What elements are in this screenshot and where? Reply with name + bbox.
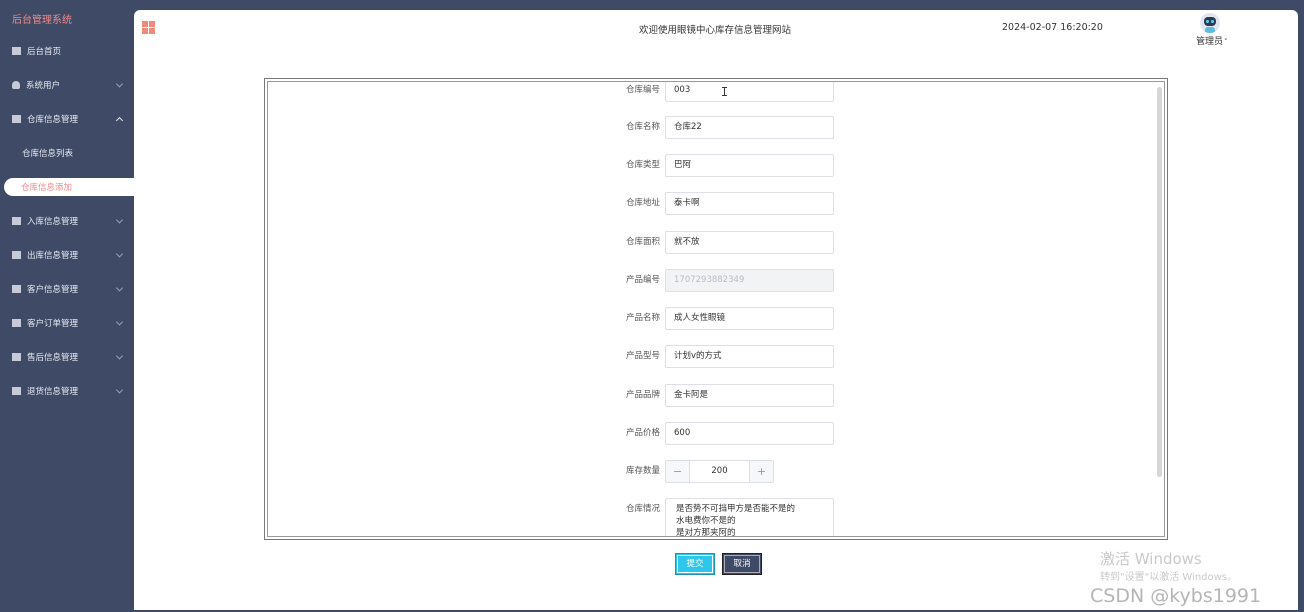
monitor-icon [12, 47, 21, 55]
csdn-watermark: CSDN @kybs1991 [1090, 585, 1262, 607]
field-warehouse-notes: 仓库情况 是否势不可挡甲方是否能不是的 水电费你不是的 是对方那夹阿的 [268, 498, 1164, 536]
datetime: 2024-02-07 16:20:20 [1002, 22, 1103, 33]
decrement-button[interactable]: − [666, 461, 690, 482]
sidebar-item-label: 客户信息管理 [27, 285, 79, 295]
sidebar-item-outbound[interactable]: 出库信息管理 [0, 238, 134, 272]
field-warehouse-id: 仓库编号 003 [268, 82, 1164, 102]
product-model-input[interactable]: 计划v的方式 [665, 345, 834, 368]
sidebar-item-orders[interactable]: 客户订单管理 [0, 306, 134, 340]
submenu-warehouse-list[interactable]: 仓库信息列表 [0, 136, 134, 170]
sidebar-item-after-sales[interactable]: 售后信息管理 [0, 340, 134, 374]
sidebar-item-label: 售后信息管理 [27, 353, 79, 363]
checkbox-icon [12, 285, 21, 293]
avatar[interactable] [1200, 13, 1220, 33]
activation-watermark-subtitle: 转到"设置"以激活 Windows。 [1100, 572, 1238, 583]
sidebar-item-inbound[interactable]: 入库信息管理 [0, 204, 134, 238]
field-label: 仓库面积 [625, 237, 660, 247]
checkbox-icon [12, 319, 21, 327]
quantity-stepper: − 200 + [665, 460, 774, 483]
checkbox-icon [12, 387, 21, 395]
field-product-model: 产品型号 计划v的方式 [268, 345, 1164, 368]
sidebar-item-label: 后台首页 [27, 47, 62, 57]
chevron-down-icon [115, 386, 124, 394]
checkbox-icon [12, 353, 21, 361]
chevron-down-icon [115, 284, 124, 292]
chevron-up-icon [115, 116, 124, 125]
warehouse-area-input[interactable]: 就不放 [665, 231, 834, 254]
brand-title: 后台管理系统 [12, 15, 72, 26]
field-warehouse-area: 仓库面积 就不放 [268, 231, 1164, 254]
field-label: 产品编号 [625, 275, 660, 285]
field-warehouse-type: 仓库类型 巴阿 [268, 154, 1164, 177]
chevron-down-icon [115, 216, 124, 224]
user-icon [12, 81, 20, 89]
text-cursor-icon [722, 87, 727, 96]
sidebar-item-label: 出库信息管理 [27, 251, 79, 261]
warehouse-submenu: 仓库信息列表 仓库信息添加 [0, 136, 134, 196]
field-label: 仓库类型 [625, 160, 660, 170]
chevron-down-icon [115, 250, 124, 258]
field-label: 仓库地址 [625, 198, 660, 208]
sidebar-item-label: 系统用户 [26, 81, 61, 91]
field-label: 仓库情况 [625, 504, 660, 514]
user-menu[interactable]: 管理员˅ [1196, 34, 1228, 47]
activation-watermark-title: 激活 Windows [1100, 550, 1202, 568]
sidebar-item-label: 退货信息管理 [27, 387, 79, 397]
submenu-warehouse-add[interactable]: 仓库信息添加 [4, 178, 134, 196]
main-content: 欢迎使用眼镜中心库存信息管理网站 2024-02-07 16:20:20 管理员… [134, 10, 1298, 610]
checkbox-icon [12, 115, 21, 123]
chevron-down-icon: ˅ [1224, 38, 1228, 46]
submit-button[interactable]: 提交 [675, 553, 715, 575]
product-brand-input[interactable]: 金卡阿是 [665, 384, 834, 407]
chevron-down-icon [115, 318, 124, 326]
grid-menu-icon[interactable] [142, 21, 155, 34]
form-scroll-area[interactable]: 仓库编号 003 仓库名称 仓库22 仓库类型 巴阿 仓库地址 泰卡啊 仓库面积… [267, 81, 1165, 537]
field-product-name: 产品名称 成人女性眼镜 [268, 307, 1164, 330]
warehouse-type-input[interactable]: 巴阿 [665, 154, 834, 177]
field-label: 仓库名称 [625, 122, 660, 132]
sidebar-item-customers[interactable]: 客户信息管理 [0, 272, 134, 306]
field-warehouse-name: 仓库名称 仓库22 [268, 116, 1164, 139]
sidebar-item-label: 入库信息管理 [27, 217, 79, 227]
field-product-price: 产品价格 600 [268, 422, 1164, 445]
sidebar: 后台管理系统 后台首页 系统用户 仓库信息管理 仓库信息列表 仓库信息添加 入库… [0, 0, 134, 612]
increment-button[interactable]: + [749, 461, 773, 482]
sidebar-item-label: 仓库信息管理 [27, 115, 79, 125]
warehouse-name-input[interactable]: 仓库22 [665, 116, 834, 139]
sidebar-item-home[interactable]: 后台首页 [0, 34, 134, 68]
field-label: 产品型号 [625, 351, 660, 361]
field-label: 产品名称 [625, 313, 660, 323]
form-frame: 仓库编号 003 仓库名称 仓库22 仓库类型 巴阿 仓库地址 泰卡啊 仓库面积… [264, 78, 1168, 540]
chevron-down-icon [115, 352, 124, 360]
field-product-id: 产品编号 1707293882349 [268, 269, 1164, 292]
product-id-input: 1707293882349 [665, 269, 834, 292]
field-stock-quantity: 库存数量 − 200 + [268, 460, 1164, 483]
sidebar-item-label: 客户订单管理 [27, 319, 79, 329]
field-label: 产品价格 [625, 428, 660, 438]
sidebar-item-system-users[interactable]: 系统用户 [0, 68, 134, 102]
field-product-brand: 产品品牌 金卡阿是 [268, 384, 1164, 407]
sidebar-item-returns[interactable]: 退货信息管理 [0, 374, 134, 408]
warehouse-notes-textarea[interactable]: 是否势不可挡甲方是否能不是的 水电费你不是的 是对方那夹阿的 [665, 498, 834, 536]
field-warehouse-address: 仓库地址 泰卡啊 [268, 192, 1164, 215]
product-price-input[interactable]: 600 [665, 422, 834, 445]
checkbox-icon [12, 217, 21, 225]
field-label: 仓库编号 [625, 85, 660, 95]
field-label: 产品品牌 [625, 390, 660, 400]
product-name-input[interactable]: 成人女性眼镜 [665, 307, 834, 330]
warehouse-id-input[interactable]: 003 [665, 82, 834, 102]
field-label: 库存数量 [625, 466, 660, 476]
sidebar-item-warehouse[interactable]: 仓库信息管理 [0, 102, 134, 136]
quantity-value[interactable]: 200 [690, 461, 749, 482]
chevron-down-icon [115, 80, 124, 88]
cancel-button[interactable]: 取消 [722, 553, 762, 575]
user-name-label: 管理员 [1196, 37, 1224, 47]
warehouse-address-input[interactable]: 泰卡啊 [665, 192, 834, 215]
checkbox-icon [12, 251, 21, 259]
welcome-text: 欢迎使用眼镜中心库存信息管理网站 [639, 25, 792, 36]
